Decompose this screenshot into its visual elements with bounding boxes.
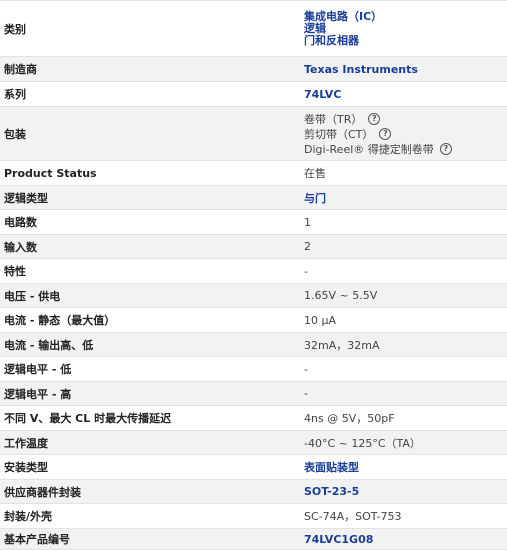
- attr-label: 逻辑电平 - 高: [4, 387, 72, 401]
- supplier-package-link[interactable]: SOT-23-5: [304, 485, 507, 498]
- attr-label: 工作温度: [4, 436, 48, 450]
- table-row: 类别 集成电路（IC） 逻辑 门和反相器: [0, 1, 507, 57]
- attr-label: 类别: [4, 22, 26, 36]
- attr-label: 电流 - 输出高、低: [4, 338, 94, 352]
- table-row: 系列 74LVC: [0, 82, 507, 107]
- attr-label: 不同 V、最大 CL 时最大传播延迟: [4, 412, 172, 425]
- packaging-option: 剪切带（CT）: [304, 127, 374, 141]
- attr-label: 包装: [4, 127, 26, 141]
- table-row: 电路数 1: [0, 210, 507, 235]
- help-icon[interactable]: ?: [439, 142, 452, 155]
- category-value: 集成电路（IC） 逻辑 门和反相器: [300, 1, 507, 56]
- attr-value: 2: [304, 240, 311, 253]
- table-row: 逻辑电平 - 低 -: [0, 357, 507, 382]
- packaging-value: 卷带（TR）? 剪切带（CT）? Digi-Reel® 得捷定制卷带?: [300, 107, 507, 160]
- table-row: 制造商 Texas Instruments: [0, 57, 507, 82]
- attr-value: -: [304, 387, 308, 400]
- table-row: 封装/外壳 SC-74A，SOT-753: [0, 504, 507, 529]
- attr-label: 输入数: [4, 240, 37, 254]
- attr-label: 系列: [4, 88, 26, 101]
- attr-label: 供应商器件封装: [4, 485, 81, 499]
- table-row: 工作温度 -40°C ~ 125°C（TA）: [0, 431, 507, 455]
- table-row: 电流 - 静态（最大值） 10 µA: [0, 308, 507, 333]
- table-row: Product Status 在售: [0, 161, 507, 186]
- attr-value: 1.65V ~ 5.5V: [304, 289, 378, 302]
- attr-label: 封装/外壳: [4, 510, 53, 523]
- logic-type-link[interactable]: 与门: [304, 190, 507, 206]
- attr-value: 10 µA: [304, 313, 337, 327]
- packaging-option: 卷带（TR）: [304, 112, 363, 126]
- attr-value: SC-74A，SOT-753: [304, 510, 402, 523]
- table-row: 逻辑电平 - 高 -: [0, 382, 507, 406]
- category-link-gates[interactable]: 门和反相器: [304, 34, 507, 47]
- table-row: 输入数 2: [0, 235, 507, 259]
- product-attributes-table: 类别 集成电路（IC） 逻辑 门和反相器 制造商 Texas Instrumen…: [0, 0, 507, 550]
- table-row: 电流 - 输出高、低 32mA，32mA: [0, 333, 507, 357]
- table-row: 供应商器件封装 SOT-23-5: [0, 480, 507, 504]
- table-row: 逻辑类型 与门: [0, 186, 507, 210]
- attr-label: 逻辑电平 - 低: [4, 363, 72, 376]
- mounting-type-link[interactable]: 表面贴装型: [304, 459, 507, 475]
- table-row: 电压 - 供电 1.65V ~ 5.5V: [0, 284, 507, 308]
- attr-label: 安装类型: [4, 461, 48, 474]
- attr-value: -: [304, 362, 308, 376]
- table-row: 不同 V、最大 CL 时最大传播延迟 4ns @ 5V，50pF: [0, 406, 507, 431]
- attr-label: 电压 - 供电: [4, 289, 61, 303]
- attr-value: 1: [304, 215, 311, 229]
- help-icon[interactable]: ?: [368, 112, 381, 125]
- attr-value: -: [304, 264, 308, 278]
- attr-value: 32mA，32mA: [304, 338, 380, 352]
- attr-label: 电流 - 静态（最大值）: [4, 314, 116, 327]
- help-icon[interactable]: ?: [379, 127, 392, 140]
- category-link-logic[interactable]: 逻辑: [304, 22, 507, 35]
- attr-value: -40°C ~ 125°C（TA）: [304, 436, 421, 450]
- table-row: 包装 卷带（TR）? 剪切带（CT）? Digi-Reel® 得捷定制卷带?: [0, 107, 507, 161]
- attr-label: 电路数: [4, 216, 37, 229]
- attr-label: 制造商: [4, 63, 37, 76]
- attr-value: 4ns @ 5V，50pF: [304, 412, 395, 425]
- table-row: 特性 -: [0, 259, 507, 284]
- category-link-ic[interactable]: 集成电路（IC）: [304, 10, 507, 23]
- attr-label: 逻辑类型: [4, 191, 48, 205]
- table-row: 安装类型 表面贴装型: [0, 455, 507, 480]
- attr-label: 特性: [4, 265, 26, 278]
- attr-label: 基本产品编号: [4, 533, 70, 546]
- series-link[interactable]: 74LVC: [304, 88, 507, 101]
- packaging-option: Digi-Reel® 得捷定制卷带: [304, 142, 434, 156]
- manufacturer-link[interactable]: Texas Instruments: [304, 63, 507, 76]
- base-product-number-link[interactable]: 74LVC1G08: [304, 533, 507, 546]
- attr-label: Product Status: [4, 166, 97, 180]
- attr-value: 在售: [304, 167, 326, 180]
